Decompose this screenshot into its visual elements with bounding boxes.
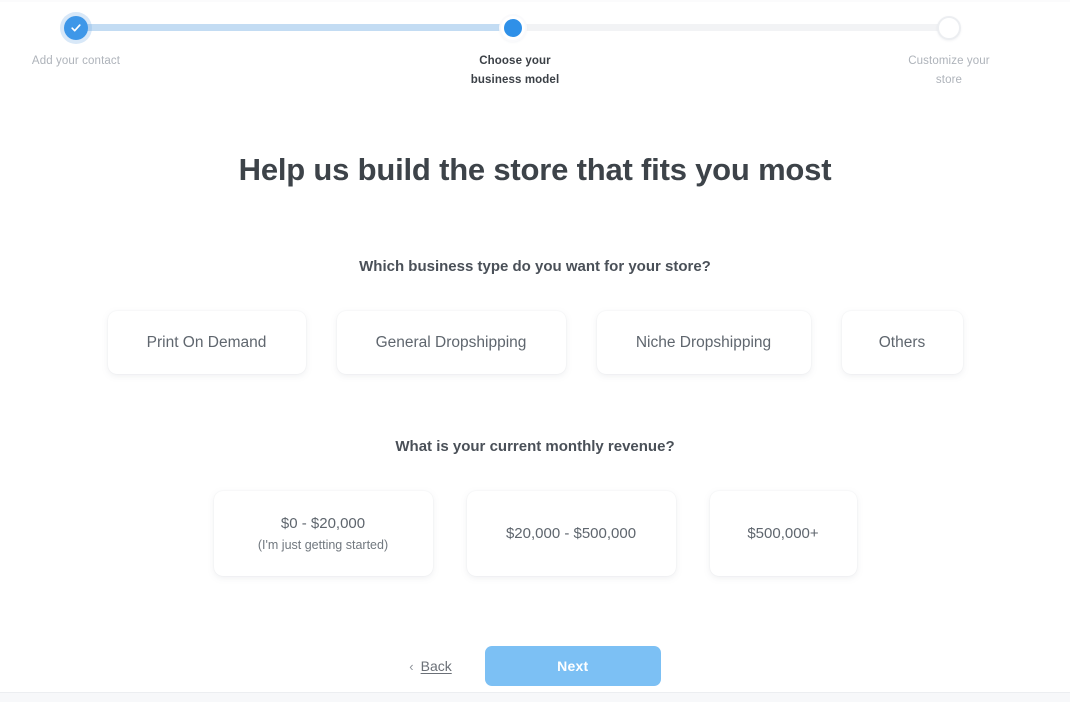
check-icon xyxy=(70,22,82,34)
form-actions: ‹ Back Next xyxy=(0,646,1070,686)
step-label-choose-your-business-model: Choose your business model xyxy=(441,52,589,90)
option-card-others[interactable]: Others xyxy=(841,311,963,374)
step-node-choose-your-business-model[interactable] xyxy=(501,16,525,40)
step-label-line-2: store xyxy=(935,74,963,86)
onboarding-stepper: Add your contact Choose your business mo… xyxy=(0,0,1070,100)
step-label-line-1: Choose your xyxy=(479,55,551,67)
progress-track-completed xyxy=(83,24,513,31)
back-button[interactable]: ‹ Back xyxy=(409,658,451,674)
option-label: $500,000+ xyxy=(747,524,819,542)
page-title: Help us build the store that fits you mo… xyxy=(238,152,832,187)
back-button-label: Back xyxy=(420,658,452,674)
step-node-customize-your-store[interactable] xyxy=(937,16,961,40)
option-card-print-on-demand[interactable]: Print On Demand xyxy=(107,311,306,374)
option-label: $0 - $20,000 xyxy=(280,514,366,532)
option-card-general-dropshipping[interactable]: General Dropshipping xyxy=(336,311,566,374)
monthly-revenue-options: $0 - $20,000 (I'm just getting started) … xyxy=(0,491,1070,576)
option-card-revenue-20k-500k[interactable]: $20,000 - $500,000 xyxy=(466,491,676,576)
question-monthly-revenue: What is your current monthly revenue? xyxy=(395,438,675,455)
option-card-niche-dropshipping[interactable]: Niche Dropshipping xyxy=(596,311,811,374)
step-label-line-1: Customize your xyxy=(908,55,990,67)
option-label: General Dropshipping xyxy=(375,333,527,351)
chevron-left-icon: ‹ xyxy=(409,658,414,674)
question-business-type: Which business type do you want for your… xyxy=(359,258,711,275)
option-label: Print On Demand xyxy=(146,333,267,351)
next-button-label: Next xyxy=(557,658,589,674)
business-type-options: Print On Demand General Dropshipping Nic… xyxy=(0,311,1070,374)
option-label: $20,000 - $500,000 xyxy=(505,524,637,542)
option-label: Niche Dropshipping xyxy=(635,333,772,351)
step-node-add-your-contact[interactable] xyxy=(64,16,88,40)
option-card-revenue-0-20k[interactable]: $0 - $20,000 (I'm just getting started) xyxy=(213,491,433,576)
option-label: Others xyxy=(878,333,926,351)
step-label-add-your-contact: Add your contact xyxy=(31,55,121,67)
next-button[interactable]: Next xyxy=(484,646,661,686)
step-label-line-2: business model xyxy=(470,74,560,86)
bottom-edge-strip xyxy=(0,692,1070,702)
step-label-customize-your-store: Customize your store xyxy=(877,52,1021,90)
progress-track-remaining xyxy=(513,24,949,31)
option-sublabel: (I'm just getting started) xyxy=(257,537,389,552)
option-card-revenue-500k-plus[interactable]: $500,000+ xyxy=(709,491,857,576)
onboarding-page: Add your contact Choose your business mo… xyxy=(0,0,1070,702)
